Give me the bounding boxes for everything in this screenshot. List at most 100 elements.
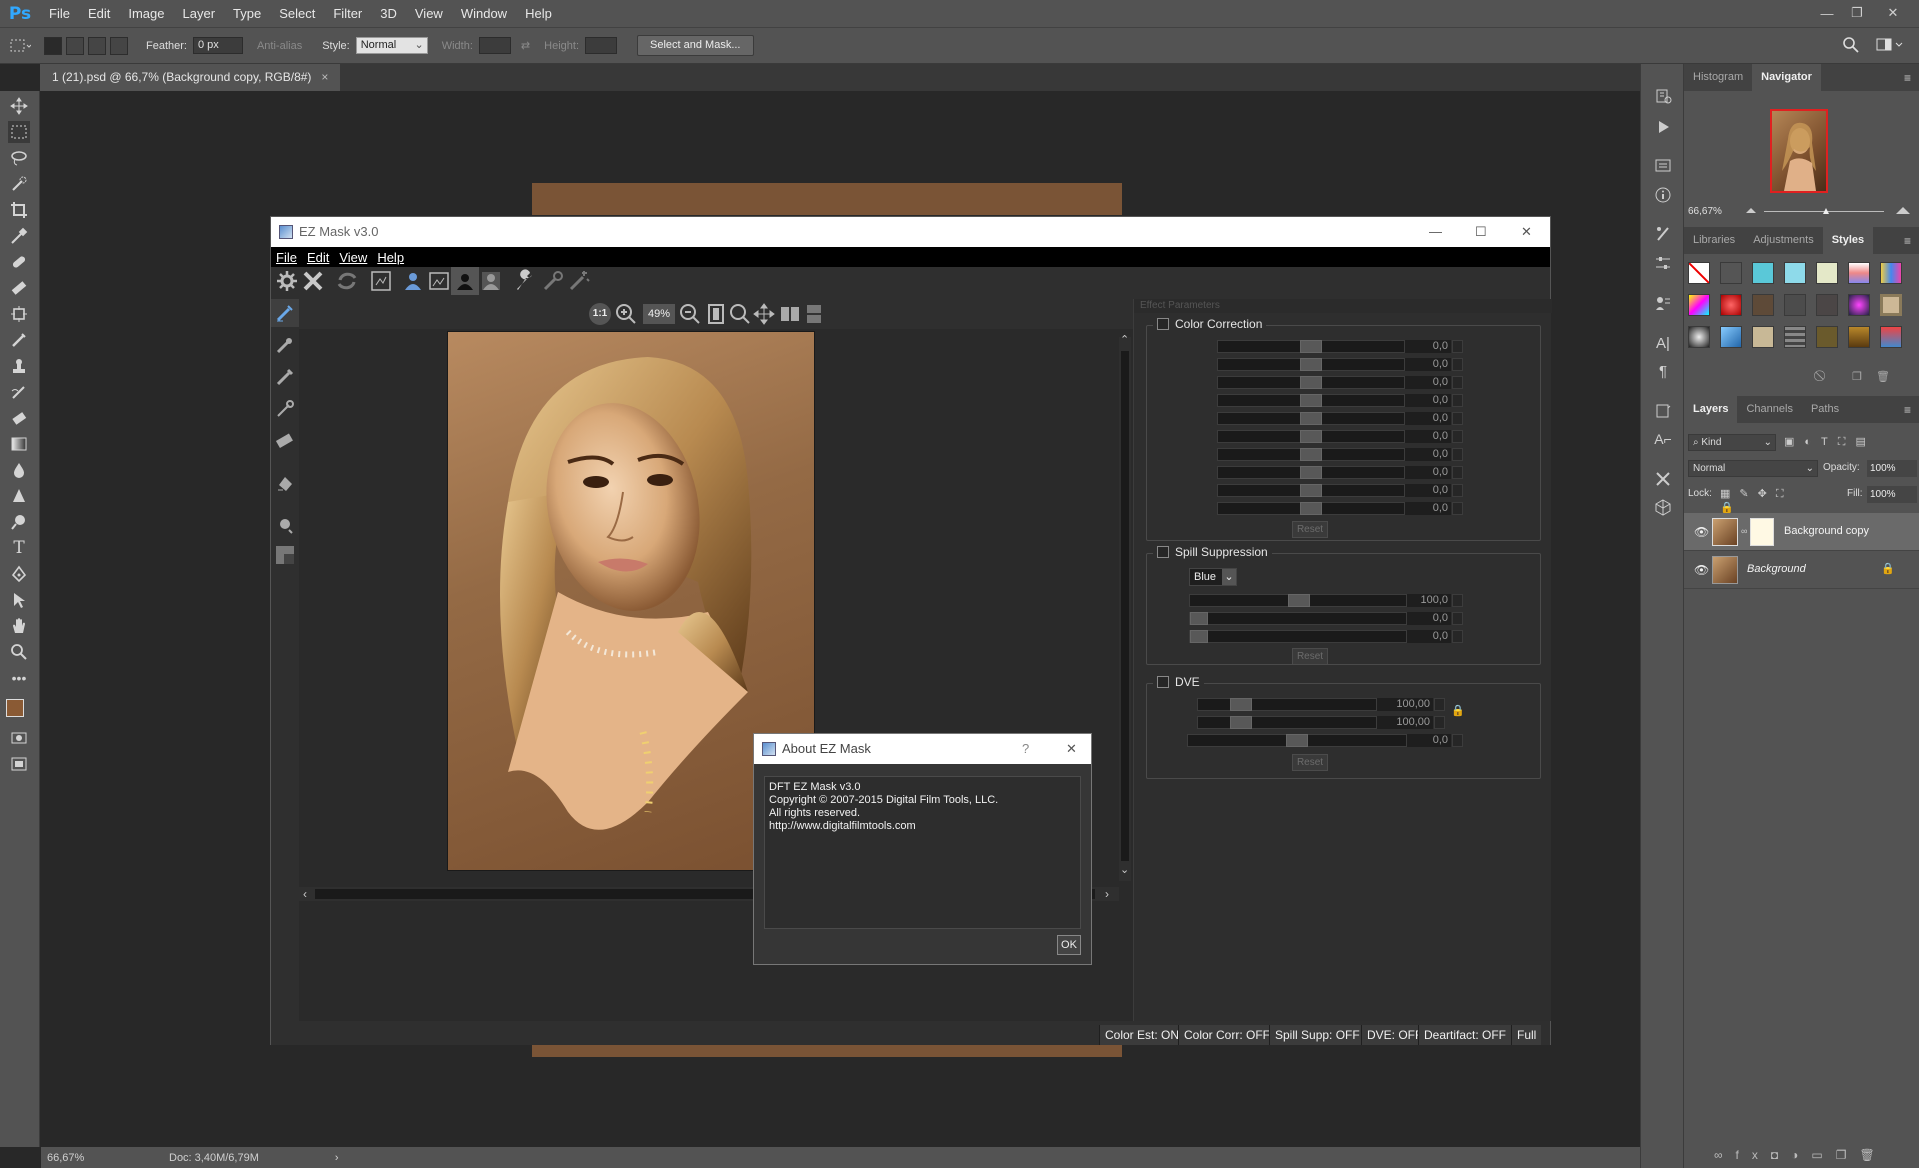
opacity-input[interactable]: 100% [1867,460,1917,477]
cc-value[interactable]: 0,0 [1405,394,1451,407]
zoom-tool-icon[interactable] [729,303,751,325]
spill-slider[interactable] [1189,612,1407,625]
screen-mode-icon[interactable] [8,753,30,775]
eraser-icon[interactable] [271,427,299,455]
layer-row[interactable]: 👁 ∞ Background copy [1684,513,1919,551]
split-view-icon[interactable] [779,303,801,325]
view-subject-icon[interactable] [399,267,427,295]
tab-navigator[interactable]: Navigator [1752,64,1821,91]
cc-slider[interactable] [1217,394,1405,407]
tab-adjustments[interactable]: Adjustments [1744,227,1823,254]
zoom-readout[interactable]: 66,67% [47,1152,107,1164]
style-swatch[interactable] [1848,294,1870,316]
spill-reset-button[interactable]: Reset [1292,648,1328,665]
style-swatch[interactable] [1784,262,1806,284]
menu-3d[interactable]: 3D [371,0,406,27]
background-brush-icon[interactable] [271,331,299,359]
zoom-in-icon[interactable] [615,303,637,325]
dve-slider-thumb[interactable] [1230,716,1252,729]
cc-value[interactable]: 0,0 [1405,412,1451,425]
subject-brush-icon[interactable] [271,299,299,327]
navigator-thumbnail[interactable] [1770,109,1828,193]
cc-slider-thumb[interactable] [1300,502,1322,515]
cc-slider-thumb[interactable] [1300,484,1322,497]
cc-slider[interactable] [1217,358,1405,371]
spill-spinner[interactable] [1452,594,1463,607]
zoom-out-icon[interactable] [679,303,701,325]
dve-value[interactable]: 0,0 [1407,734,1451,747]
spill-value[interactable]: 0,0 [1407,630,1451,643]
cc-spinner[interactable] [1452,448,1463,461]
layer-filter-icons[interactable]: ▣◐T⛶▤ [1784,435,1914,450]
cc-value[interactable]: 0,0 [1405,502,1451,515]
status-deartifact[interactable]: Deartifact: OFF [1418,1025,1512,1045]
cc-reset-button[interactable]: Reset [1292,521,1328,538]
ez-menu-help[interactable]: Help [372,250,409,265]
style-swatch[interactable] [1720,262,1742,284]
tab-close-icon[interactable]: × [321,70,328,84]
scroll-down-icon[interactable]: ⌄ [1120,863,1129,876]
style-select[interactable]: Normal ⌄ [355,37,428,54]
status-menu-arrow[interactable]: › [335,1152,339,1164]
dve-reset-button[interactable]: Reset [1292,754,1328,771]
style-swatch[interactable] [1848,326,1870,348]
marquee-preset-icon[interactable] [0,28,40,63]
menu-image[interactable]: Image [119,0,173,27]
fit-height-icon[interactable] [705,303,727,325]
maximize-icon[interactable]: ☐ [1475,217,1487,247]
style-swatch[interactable] [1816,262,1838,284]
panel-menu-icon[interactable]: ≡ [1904,234,1911,248]
restore-icon[interactable]: ❐ [1848,4,1866,22]
zoom-one-to-one-button[interactable]: 1:1 [589,303,611,325]
new-style-icon[interactable]: ❐ [1852,370,1862,383]
wrench-icon[interactable] [511,267,539,295]
style-swatch[interactable] [1720,294,1742,316]
visibility-eye-icon[interactable]: 👁 [1694,525,1709,539]
layer-kind-filter[interactable]: ⌕ Kind ⌄ [1688,434,1776,451]
cc-spinner[interactable] [1452,502,1463,515]
style-swatch[interactable] [1752,262,1774,284]
split-horizontal-icon[interactable] [803,303,825,325]
dve-value[interactable]: 100,00 [1377,698,1433,711]
tab-paths[interactable]: Paths [1802,396,1848,423]
layer-row[interactable]: 👁 Background 🔒 [1684,551,1919,589]
spill-slider-thumb[interactable] [1288,594,1310,607]
menu-help[interactable]: Help [516,0,561,27]
style-swatch[interactable] [1720,326,1742,348]
crop-tool-icon[interactable] [8,199,30,221]
dve-checkbox[interactable] [1157,676,1169,688]
cc-value[interactable]: 0,0 [1405,340,1451,353]
cc-slider[interactable] [1217,466,1405,479]
tool-presets-icon[interactable] [1652,468,1674,490]
notes-icon[interactable] [1652,400,1674,422]
cc-spinner[interactable] [1452,340,1463,353]
select-and-mask-button[interactable]: Select and Mask... [637,35,754,56]
cc-value[interactable]: 0,0 [1405,484,1451,497]
cc-slider[interactable] [1217,376,1405,389]
navigator-zoom-value[interactable]: 66,67% [1688,206,1722,217]
style-swatch[interactable] [1880,294,1902,316]
clone-source-icon[interactable] [1652,292,1674,314]
zoom-tool-icon[interactable] [8,641,30,663]
cc-slider[interactable] [1217,448,1405,461]
panel-menu-icon[interactable]: ≡ [1904,71,1911,85]
cc-spinner[interactable] [1452,484,1463,497]
dve-spinner[interactable] [1434,716,1445,729]
cancel-x-icon[interactable] [299,267,327,295]
vertical-scrollbar[interactable]: ⌃ ⌄ [1119,334,1131,881]
clone-stamp-icon[interactable] [8,303,30,325]
tab-histogram[interactable]: Histogram [1684,64,1752,91]
close-icon[interactable]: ✕ [1884,4,1902,22]
marquee-tool-icon[interactable] [8,121,30,143]
fill-input[interactable]: 100% [1867,486,1917,503]
spill-value[interactable]: 0,0 [1407,612,1451,625]
subtract-selection-icon[interactable] [88,36,106,55]
spill-spinner[interactable] [1452,612,1463,625]
panel-menu-icon[interactable]: ≡ [1904,403,1911,417]
menu-file[interactable]: File [40,0,79,27]
tab-styles[interactable]: Styles [1822,227,1874,254]
style-swatch[interactable] [1784,294,1806,316]
actions-play-icon[interactable] [1652,116,1674,138]
tab-channels[interactable]: Channels [1737,396,1801,423]
character-panel-icon[interactable]: A| [1652,332,1674,354]
